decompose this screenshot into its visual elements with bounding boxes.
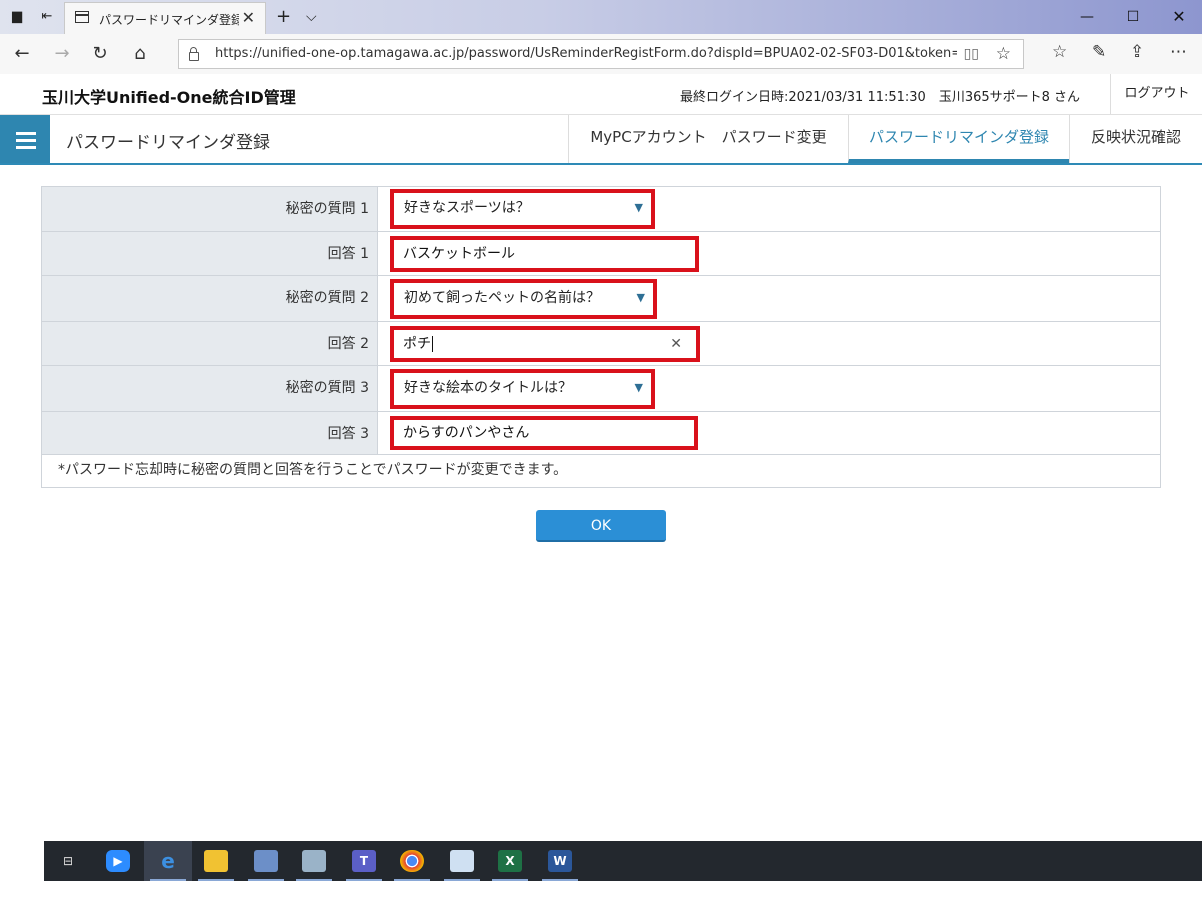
- set-aside-tabs-icon[interactable]: ⇤: [38, 8, 56, 26]
- form-note: *パスワード忘却時に秘密の質問と回答を行うことでパスワードが変更できます。: [58, 462, 568, 478]
- question-3-label: 秘密の質問 3: [42, 366, 378, 411]
- answer-2-input[interactable]: ポチ ✕: [390, 326, 700, 362]
- browser-tab-bar: ▆ ⇤ パスワードリマインダ登録[BI ✕ + ⌵ — ☐ ✕: [0, 0, 1202, 34]
- new-tab-icon[interactable]: +: [276, 6, 291, 27]
- form-row: 秘密の質問 2 初めて飼ったペットの名前は？ ▼: [42, 276, 1160, 322]
- last-login-info: 最終ログイン日時:2021/03/31 11:51:30 玉川365サポート8 …: [680, 90, 1081, 105]
- url-text: https://unified-one-op.tamagawa.ac.jp/pa…: [215, 46, 957, 61]
- share-icon[interactable]: ⇪: [1130, 42, 1144, 62]
- dropdown-arrow-icon: ▼: [636, 291, 645, 304]
- home-icon[interactable]: ⌂: [128, 42, 152, 66]
- answer-3-label: 回答 3: [42, 412, 378, 454]
- form-row: 秘密の質問 3 好きな絵本のタイトルは？ ▼: [42, 366, 1160, 412]
- text-caret: [432, 336, 433, 352]
- question-2-select[interactable]: 初めて飼ったペットの名前は？ ▼: [390, 279, 657, 319]
- answer-1-input[interactable]: バスケットボール: [390, 236, 699, 272]
- answer-2-value: ポチ: [394, 330, 696, 358]
- forward-icon[interactable]: →: [50, 42, 74, 66]
- question-3-value: 好きな絵本のタイトルは？: [404, 380, 572, 396]
- logout-link[interactable]: ログアウト: [1110, 74, 1202, 114]
- lock-icon: [189, 47, 199, 61]
- favorite-star-icon[interactable]: ☆: [996, 44, 1011, 64]
- answer-3-value: からすのパンやさん: [403, 425, 530, 441]
- excel-icon[interactable]: X: [486, 841, 534, 881]
- app-icon[interactable]: [242, 841, 290, 881]
- nav-mypc-password-change[interactable]: MyPCアカウント パスワード変更: [568, 115, 848, 163]
- favorites-icon[interactable]: ☆: [1052, 42, 1067, 62]
- refresh-icon[interactable]: ↻: [88, 42, 112, 66]
- word-icon[interactable]: W: [536, 841, 584, 881]
- zoom-icon[interactable]: ▶: [94, 841, 142, 881]
- teams-icon[interactable]: T: [340, 841, 388, 881]
- chrome-icon[interactable]: [388, 841, 436, 881]
- clear-icon[interactable]: ✕: [670, 330, 682, 358]
- page-icon: [75, 11, 89, 23]
- tab-actions-icon[interactable]: ▆: [8, 8, 26, 26]
- file-explorer-icon[interactable]: [192, 841, 240, 881]
- page-title: パスワードリマインダ登録: [66, 133, 270, 153]
- app-title: 玉川大学Unified-One統合ID管理: [42, 88, 296, 107]
- taskbar: ⊟ ▶ e T X W: [44, 841, 1202, 881]
- form-row: 回答 2 ポチ ✕: [42, 322, 1160, 366]
- back-icon[interactable]: ←: [10, 42, 34, 66]
- ok-button[interactable]: OK: [536, 510, 666, 542]
- question-3-select[interactable]: 好きな絵本のタイトルは？ ▼: [390, 369, 655, 409]
- menu-icon[interactable]: [0, 115, 50, 163]
- question-1-label: 秘密の質問 1: [42, 187, 378, 231]
- pen-icon[interactable]: ✎: [1092, 42, 1106, 62]
- question-1-value: 好きなスポーツは？: [404, 200, 530, 216]
- address-bar: ← → ↻ ⌂ https://unified-one-op.tamagawa.…: [0, 34, 1202, 75]
- edge-icon[interactable]: e: [144, 841, 192, 881]
- browser-tab[interactable]: パスワードリマインダ登録[BI ✕: [64, 2, 266, 34]
- form-row: 回答 1 バスケットボール: [42, 232, 1160, 276]
- app-icon[interactable]: [438, 841, 486, 881]
- reading-view-icon[interactable]: ▯▯: [964, 46, 979, 62]
- close-window-icon[interactable]: ✕: [1156, 0, 1202, 34]
- app-icon[interactable]: [290, 841, 338, 881]
- url-input[interactable]: https://unified-one-op.tamagawa.ac.jp/pa…: [178, 39, 1024, 69]
- tab-list-chevron-icon[interactable]: ⌵: [306, 9, 317, 25]
- form-row: 秘密の質問 1 好きなスポーツは？ ▼: [42, 187, 1160, 232]
- nav-bar: パスワードリマインダ登録 MyPCアカウント パスワード変更 パスワードリマイン…: [0, 115, 1202, 165]
- question-1-select[interactable]: 好きなスポーツは？ ▼: [390, 189, 655, 229]
- answer-1-label: 回答 1: [42, 232, 378, 275]
- answer-3-input[interactable]: からすのパンやさん: [390, 416, 698, 450]
- nav-password-reminder[interactable]: パスワードリマインダ登録: [848, 115, 1069, 163]
- question-2-value: 初めて飼ったペットの名前は？: [404, 290, 600, 306]
- dropdown-arrow-icon: ▼: [634, 381, 643, 394]
- task-view-icon[interactable]: ⊟: [44, 841, 92, 881]
- taskbar-start-area: [0, 841, 44, 881]
- question-2-label: 秘密の質問 2: [42, 276, 378, 321]
- answer-2-text: ポチ: [403, 336, 431, 352]
- app-header: 玉川大学Unified-One統合ID管理 最終ログイン日時:2021/03/3…: [0, 74, 1202, 115]
- tab-close-icon[interactable]: ✕: [242, 8, 255, 27]
- more-icon[interactable]: ⋯: [1170, 42, 1187, 62]
- nav-reflection-status[interactable]: 反映状況確認: [1069, 115, 1202, 163]
- reminder-form: 秘密の質問 1 好きなスポーツは？ ▼ 回答 1 バスケットボール 秘密の質問 …: [41, 186, 1161, 488]
- dropdown-arrow-icon: ▼: [634, 201, 643, 214]
- answer-2-label: 回答 2: [42, 322, 378, 365]
- form-row: 回答 3 からすのパンやさん: [42, 412, 1160, 455]
- maximize-icon[interactable]: ☐: [1110, 0, 1156, 34]
- minimize-icon[interactable]: —: [1064, 0, 1110, 34]
- answer-1-value: バスケットボール: [403, 246, 515, 262]
- tab-title: パスワードリマインダ登録[BI: [99, 13, 239, 27]
